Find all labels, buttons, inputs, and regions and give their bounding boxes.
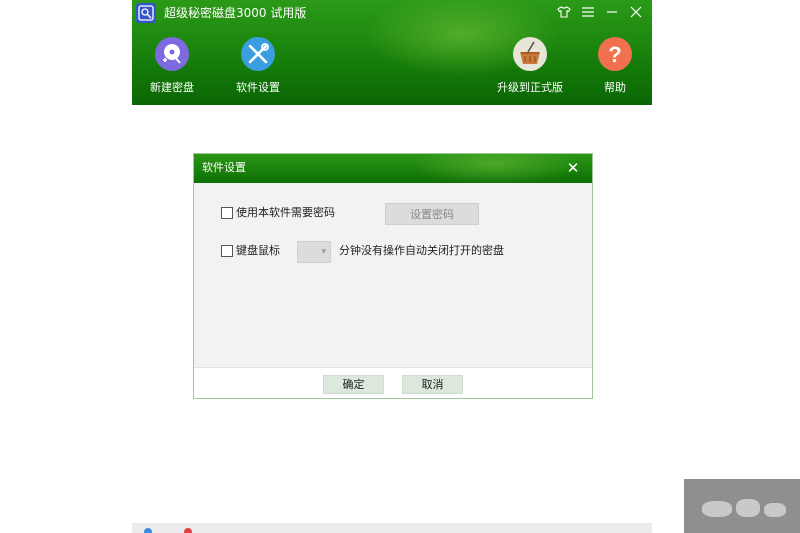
- new-disk-button[interactable]: 新建密盘: [132, 36, 212, 95]
- dialog-footer: 确定 取消: [194, 367, 592, 398]
- menu-icon[interactable]: [578, 2, 598, 22]
- question-icon: ?: [593, 36, 637, 72]
- auto-close-suffix: 分钟没有操作自动关闭打开的密盘: [339, 244, 504, 257]
- app-logo-icon: [136, 3, 156, 23]
- skin-icon[interactable]: [554, 2, 574, 22]
- settings-dialog: 软件设置 ✕ 使用本软件需要密码 设置密码 键盘鼠标 ▾ 分钟没有操作自动关闭打…: [193, 153, 593, 399]
- new-disk-label: 新建密盘: [150, 81, 194, 94]
- auto-close-label: 键盘鼠标: [236, 244, 280, 257]
- status-strip: [132, 523, 652, 533]
- help-label: 帮助: [604, 81, 626, 94]
- upgrade-button[interactable]: 升级到正式版: [490, 36, 570, 95]
- minutes-select[interactable]: ▾: [297, 241, 331, 263]
- set-password-button[interactable]: 设置密码: [385, 203, 479, 225]
- ok-button[interactable]: 确定: [323, 375, 384, 394]
- dialog-titlebar: 软件设置 ✕: [194, 154, 592, 183]
- help-button[interactable]: ? 帮助: [575, 36, 655, 95]
- dialog-title: 软件设置: [202, 161, 246, 174]
- cancel-button[interactable]: 取消: [402, 375, 463, 394]
- watermark-shape: [764, 503, 786, 517]
- watermark: [684, 479, 800, 533]
- svg-text:?: ?: [608, 42, 621, 67]
- auto-close-row: 键盘鼠标: [221, 244, 280, 258]
- wrench-screwdriver-icon: [236, 36, 280, 72]
- window-controls: [554, 2, 646, 22]
- upgrade-label: 升级到正式版: [497, 81, 563, 94]
- disk-plus-icon: [150, 36, 194, 72]
- header-bar: 超级秘密磁盘3000 试用版 新建密盘 软件设置 升级到正式版 ? 帮助: [132, 0, 652, 105]
- watermark-shape: [736, 499, 760, 517]
- chevron-down-icon: ▾: [321, 247, 326, 257]
- close-icon[interactable]: [626, 2, 646, 22]
- settings-label: 软件设置: [236, 81, 280, 94]
- status-icon: [184, 528, 192, 533]
- require-password-label: 使用本软件需要密码: [236, 206, 335, 219]
- watermark-shape: [702, 501, 732, 517]
- settings-button[interactable]: 软件设置: [218, 36, 298, 95]
- basket-icon: [508, 36, 552, 72]
- status-icon: [144, 528, 152, 533]
- dialog-close-button[interactable]: ✕: [564, 159, 582, 177]
- require-password-row: 使用本软件需要密码: [221, 206, 335, 220]
- minimize-icon[interactable]: [602, 2, 622, 22]
- auto-close-checkbox[interactable]: [221, 245, 233, 257]
- app-title: 超级秘密磁盘3000 试用版: [164, 6, 307, 20]
- require-password-checkbox[interactable]: [221, 207, 233, 219]
